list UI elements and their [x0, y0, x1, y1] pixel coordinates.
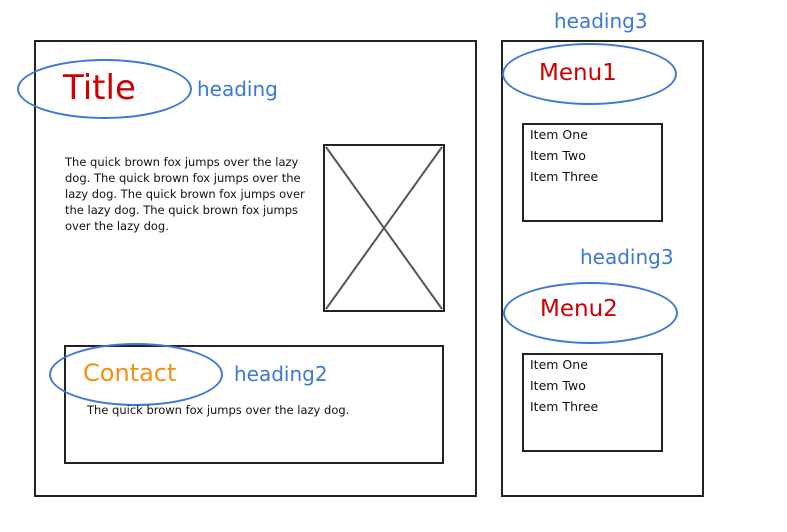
contact-annotation: heading2: [234, 362, 328, 386]
menu2-item-one[interactable]: Item One: [530, 354, 598, 375]
contact-heading: Contact: [83, 359, 177, 387]
menu1-annotation: heading3: [554, 9, 648, 33]
title-annotation: heading: [197, 77, 278, 101]
menu2-heading: Menu2: [540, 296, 618, 322]
menu1-item-one[interactable]: Item One: [530, 124, 598, 145]
menu1-list: Item One Item Two Item Three: [530, 124, 598, 187]
page-title: Title: [63, 68, 136, 108]
image-placeholder-icon: [323, 144, 445, 312]
menu1-heading: Menu1: [539, 60, 617, 86]
menu1-item-two[interactable]: Item Two: [530, 145, 598, 166]
menu2-list: Item One Item Two Item Three: [530, 354, 598, 417]
contact-text: The quick brown fox jumps over the lazy …: [87, 403, 350, 417]
menu2-item-three[interactable]: Item Three: [530, 396, 598, 417]
menu1-item-three[interactable]: Item Three: [530, 166, 598, 187]
body-paragraph: The quick brown fox jumps over the lazy …: [65, 154, 305, 233]
menu2-annotation: heading3: [580, 245, 674, 269]
image-placeholder: [323, 144, 445, 312]
menu2-item-two[interactable]: Item Two: [530, 375, 598, 396]
